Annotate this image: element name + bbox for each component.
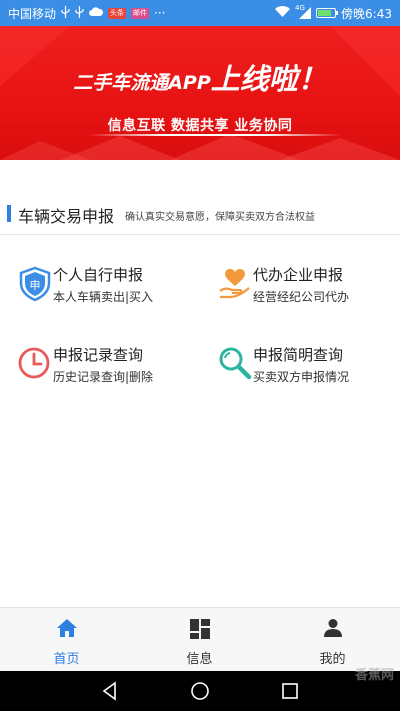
- tab-home[interactable]: 首页: [0, 608, 133, 672]
- section-subtitle: 确认真实交易意愿，保障买卖双方合法权益: [125, 212, 315, 223]
- recents-icon[interactable]: [280, 681, 300, 701]
- tab-home-label: 首页: [53, 652, 80, 667]
- cloud-icon: [89, 6, 104, 20]
- back-icon[interactable]: [100, 681, 120, 701]
- usb-icon: [61, 5, 70, 21]
- tab-profile[interactable]: 我的: [266, 608, 399, 672]
- magnifier-icon: [218, 346, 252, 380]
- more-notifications: ···: [154, 6, 166, 20]
- home-circle-icon[interactable]: [190, 681, 210, 701]
- watermark: 香蕉网: [354, 668, 394, 683]
- item-desc: 本人车辆卖出|买入: [53, 290, 154, 304]
- section-title: 车辆交易申报: [18, 207, 115, 226]
- tab-info[interactable]: 信息: [133, 608, 266, 672]
- carrier-label: 中国移动: [8, 6, 57, 21]
- promo-banner[interactable]: 二手车流通APP上线啦！ 信息互联 数据共享 业务协同: [0, 26, 400, 160]
- record-query-item[interactable]: 申报记录查询 历史记录查询|删除: [18, 344, 208, 400]
- clock-time: 傍晚6:43: [341, 6, 392, 21]
- system-navigation-bar: [0, 671, 400, 711]
- banner-underline: [88, 134, 342, 136]
- section-header: 车辆交易申报 确认真实交易意愿，保障买卖双方合法权益: [0, 200, 400, 235]
- brief-query-item[interactable]: 申报简明查询 买卖双方申报情况: [218, 344, 400, 400]
- app-badge-icon: 头条: [108, 7, 127, 19]
- status-bar: 中国移动 头条 邮件 ··· 4G 傍晚6:43: [0, 0, 400, 26]
- person-icon: [323, 619, 342, 637]
- dashboard-icon: [189, 619, 210, 639]
- agency-declaration-item[interactable]: 代办企业申报 经营经纪公司代办: [218, 264, 400, 320]
- item-title: 申报记录查询: [53, 346, 144, 364]
- signal-icon: 4G: [295, 4, 312, 19]
- personal-declaration-item[interactable]: 申 个人自行申报 本人车辆卖出|买入: [18, 264, 208, 320]
- mail-badge-icon: 邮件: [131, 7, 150, 19]
- item-title: 个人自行申报: [53, 266, 144, 284]
- hand-heart-icon: [218, 266, 252, 300]
- item-desc: 买卖双方申报情况: [253, 370, 350, 384]
- item-desc: 历史记录查询|删除: [53, 370, 154, 384]
- banner-title: 二手车流通APP上线啦！: [0, 56, 400, 98]
- usb-icon-2: [75, 5, 84, 21]
- item-title: 代办企业申报: [253, 266, 344, 284]
- home-icon: [56, 619, 77, 637]
- banner-title-part1: 二手车流通APP: [73, 72, 211, 94]
- battery-icon: [316, 8, 339, 18]
- item-desc: 经营经纪公司代办: [253, 290, 350, 304]
- shield-shen-icon: 申: [18, 266, 52, 302]
- clock-icon: [18, 346, 52, 380]
- bottom-navigation: 首页 信息 我的: [0, 607, 400, 671]
- svg-text:申: 申: [30, 279, 41, 292]
- banner-title-part2: 上线啦！: [210, 62, 327, 96]
- item-title: 申报简明查询: [253, 346, 344, 364]
- banner-subtitle: 信息互联 数据共享 业务协同: [107, 118, 293, 134]
- section-accent-bar: [7, 205, 11, 222]
- tab-info-label: 信息: [186, 652, 213, 667]
- wifi-icon: [275, 6, 291, 20]
